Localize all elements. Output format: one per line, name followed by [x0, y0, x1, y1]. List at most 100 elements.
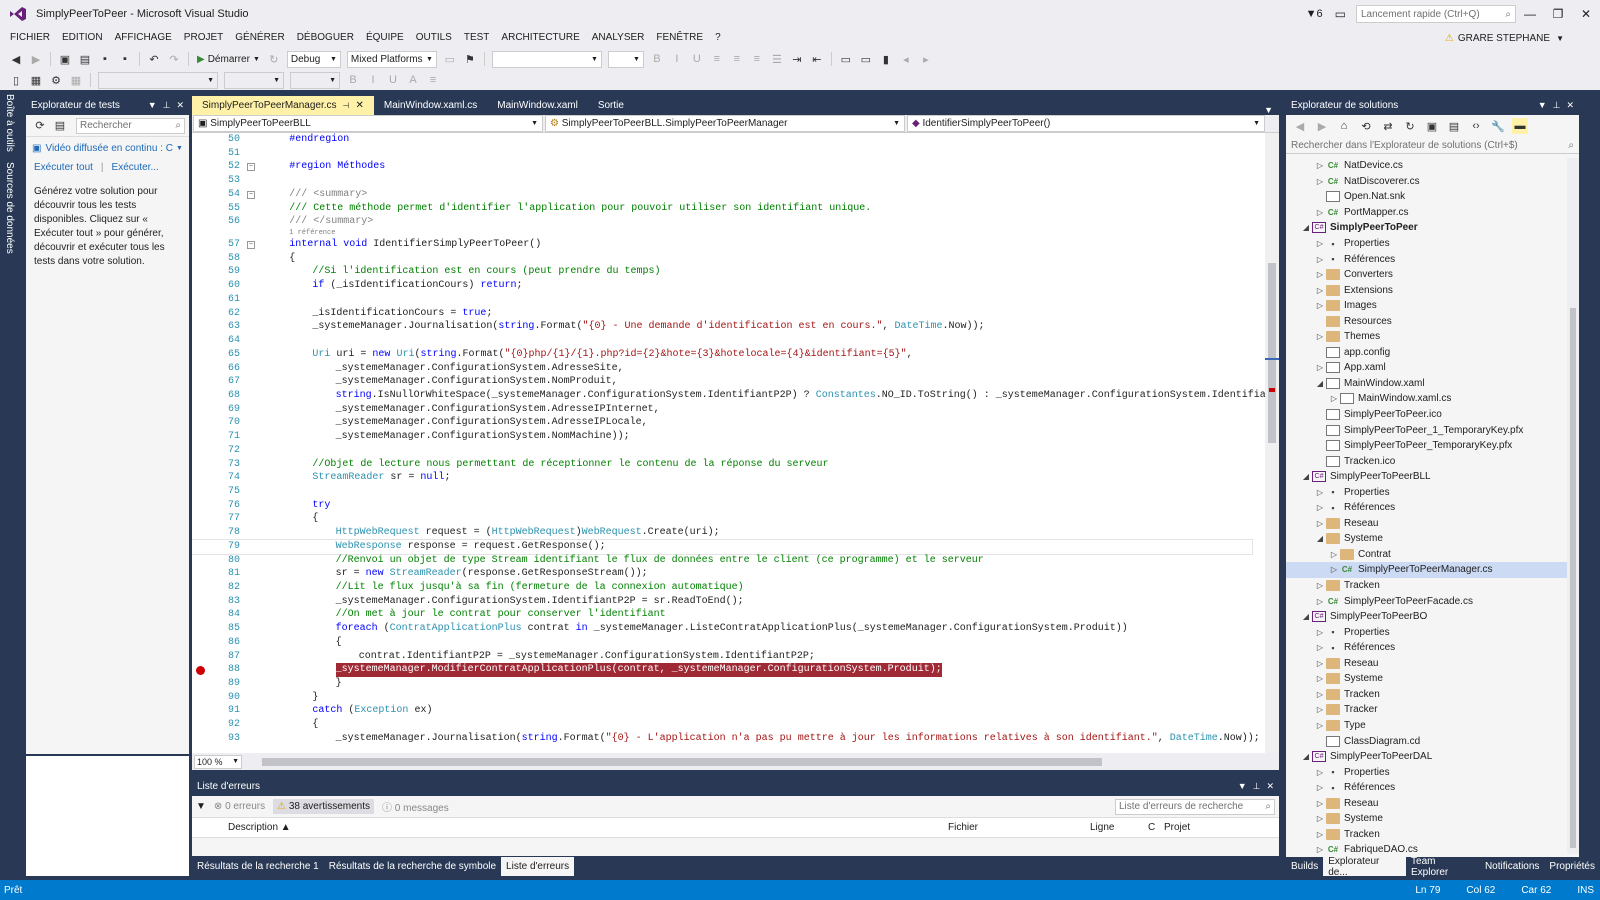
tools-icon[interactable]: ⚙	[48, 72, 64, 88]
indent-icon[interactable]: ⇥	[789, 51, 805, 67]
font-combo[interactable]: ▼	[98, 71, 218, 89]
refresh-icon[interactable]: ⟳	[32, 118, 48, 134]
list-icon[interactable]: ☰	[769, 51, 785, 67]
bottom-tab-1[interactable]: Résultats de la recherche de symbole	[324, 857, 501, 876]
tree-node[interactable]: Tracken.ico	[1286, 453, 1579, 469]
expanded-arrow-icon[interactable]: ◢	[1314, 534, 1326, 543]
menu-item-9[interactable]: ARCHITECTURE	[495, 28, 585, 48]
tree-node[interactable]: ▷ ▪ Références	[1286, 500, 1579, 516]
feedback-icon[interactable]: ▭	[1335, 7, 1346, 21]
data-sources-tab[interactable]: Sources de données	[4, 162, 15, 254]
vertical-scrollbar[interactable]	[1265, 133, 1279, 753]
column-project[interactable]: Projet	[1164, 822, 1190, 833]
solution-tab-3[interactable]: Notifications	[1480, 857, 1544, 876]
size2-combo[interactable]: ▼	[290, 71, 340, 89]
project-nav-select[interactable]: ▣ SimplyPeerToPeerBLL ▼	[193, 115, 543, 132]
collapsed-arrow-icon[interactable]: ▷	[1314, 659, 1326, 668]
dropdown-icon[interactable]: ▼	[148, 100, 157, 111]
run-all-link[interactable]: Exécuter tout	[34, 162, 93, 173]
collapsed-arrow-icon[interactable]: ▷	[1314, 690, 1326, 699]
tree-node[interactable]: ▷ ▪ Properties	[1286, 484, 1579, 500]
underline2-icon[interactable]: U	[385, 72, 401, 88]
collapsed-arrow-icon[interactable]: ▷	[1314, 503, 1326, 512]
undo-icon[interactable]: ↶	[146, 51, 162, 67]
grid-icon[interactable]: ▦	[68, 72, 84, 88]
tab-list-icon[interactable]: ▼	[1264, 105, 1279, 115]
tree-node[interactable]: ◢ C# SimplyPeerToPeerDAL	[1286, 749, 1579, 765]
restore-button[interactable]: ❐	[1544, 0, 1572, 28]
collapsed-arrow-icon[interactable]: ▷	[1314, 597, 1326, 606]
view-code-icon[interactable]: ‹›	[1468, 118, 1484, 134]
collapsed-arrow-icon[interactable]: ▷	[1328, 550, 1340, 559]
menu-item-10[interactable]: ANALYSER	[586, 28, 651, 48]
collapsed-arrow-icon[interactable]: ▷	[1328, 394, 1340, 403]
tree-node[interactable]: ◢ C# SimplyPeerToPeerBLL	[1286, 469, 1579, 485]
filter-icon[interactable]: ▼	[196, 801, 206, 812]
bottom-tab-0[interactable]: Résultats de la recherche 1	[192, 857, 324, 876]
collapsed-arrow-icon[interactable]: ▷	[1314, 286, 1326, 295]
error-search-input[interactable]: Liste d'erreurs de recherche ⌕	[1115, 798, 1275, 815]
dropdown-icon[interactable]: ▼	[1238, 781, 1247, 792]
tree-node[interactable]: ▷ Reseau	[1286, 516, 1579, 532]
bold-icon[interactable]: B	[649, 51, 665, 67]
column-description[interactable]: Description ▲	[228, 822, 948, 833]
collapsed-arrow-icon[interactable]: ▷	[1314, 161, 1326, 170]
notifications-flag[interactable]: ▼ 6	[1306, 8, 1323, 20]
collapsed-arrow-icon[interactable]: ▷	[1314, 363, 1326, 372]
collapsed-arrow-icon[interactable]: ▷	[1314, 814, 1326, 823]
menu-item-11[interactable]: FENÊTRE	[650, 28, 709, 48]
tree-node[interactable]: ▷ Tracker	[1286, 702, 1579, 718]
align-right-icon[interactable]: ≡	[749, 51, 765, 67]
collapsed-arrow-icon[interactable]: ▷	[1314, 799, 1326, 808]
collapse-icon[interactable]: −	[247, 241, 255, 250]
sync-icon[interactable]: ⟲	[1358, 118, 1374, 134]
align-center-icon[interactable]: ≡	[729, 51, 745, 67]
tree-node[interactable]: ▷ Images	[1286, 298, 1579, 314]
solution-search-input[interactable]: Rechercher dans l'Explorateur de solutio…	[1286, 137, 1579, 154]
prev-bookmark-icon[interactable]: ◂	[898, 51, 914, 67]
outdent-icon[interactable]: ⇤	[809, 51, 825, 67]
collapsed-arrow-icon[interactable]: ▷	[1314, 177, 1326, 186]
bookmark-icon[interactable]: ▮	[878, 51, 894, 67]
tree-node[interactable]: SimplyPeerToPeer_TemporaryKey.pfx	[1286, 438, 1579, 454]
tree-node[interactable]: ▷ ▪ Properties	[1286, 764, 1579, 780]
tree-node[interactable]: ▷ Systeme	[1286, 811, 1579, 827]
menu-item-5[interactable]: DÉBOGUER	[291, 28, 360, 48]
column-file[interactable]: Fichier	[948, 822, 1090, 833]
messages-toggle[interactable]: ⓘ 0 messages	[382, 799, 449, 814]
tree-node[interactable]: ◢ Systeme	[1286, 531, 1579, 547]
tree-node[interactable]: ▷ App.xaml	[1286, 360, 1579, 376]
user-account[interactable]: ⚠ GRARE STEPHANE ▼	[1445, 28, 1564, 48]
tree-node[interactable]: ▷ C# NatDevice.cs	[1286, 158, 1579, 174]
collapsed-arrow-icon[interactable]: ▷	[1314, 643, 1326, 652]
expanded-arrow-icon[interactable]: ◢	[1300, 752, 1312, 761]
bold2-icon[interactable]: B	[345, 72, 361, 88]
collapsed-arrow-icon[interactable]: ▷	[1314, 301, 1326, 310]
align2-icon[interactable]: ≡	[425, 72, 441, 88]
solution-tab-4[interactable]: Propriétés	[1544, 857, 1600, 876]
tree-node[interactable]: ▷ Tracken	[1286, 687, 1579, 703]
tab-2[interactable]: MainWindow.xaml	[487, 96, 588, 115]
collapsed-arrow-icon[interactable]: ▷	[1314, 845, 1326, 854]
italic-icon[interactable]: I	[669, 51, 685, 67]
collapsed-arrow-icon[interactable]: ▷	[1314, 830, 1326, 839]
dropdown-icon[interactable]: ▼	[1538, 100, 1547, 111]
layout-icon[interactable]: ▦	[28, 72, 44, 88]
configuration-select[interactable]: Debug ▼	[286, 50, 341, 68]
menu-item-3[interactable]: PROJET	[178, 28, 229, 48]
expanded-arrow-icon[interactable]: ◢	[1300, 223, 1312, 232]
tree-node[interactable]: ◢ C# SimplyPeerToPeer	[1286, 220, 1579, 236]
tree-node[interactable]: ▷ C# PortMapper.cs	[1286, 205, 1579, 221]
tree-node[interactable]: ▷ Extensions	[1286, 282, 1579, 298]
tree-node[interactable]: ▷ Type	[1286, 718, 1579, 734]
collapse-icon[interactable]: −	[247, 190, 255, 199]
pin-icon[interactable]: ⊥	[1253, 781, 1261, 792]
italic2-icon[interactable]: I	[365, 72, 381, 88]
zoom-select[interactable]: 100 % ▼	[194, 754, 242, 769]
collapsed-arrow-icon[interactable]: ▷	[1314, 581, 1326, 590]
save-icon[interactable]: ▪	[97, 51, 113, 67]
tree-node[interactable]: ▷ C# FabriqueDAO.cs	[1286, 842, 1579, 854]
tree-node[interactable]: ▷ Tracken	[1286, 827, 1579, 843]
tree-node[interactable]: ▷ Themes	[1286, 329, 1579, 345]
menu-item-0[interactable]: FICHIER	[4, 28, 56, 48]
